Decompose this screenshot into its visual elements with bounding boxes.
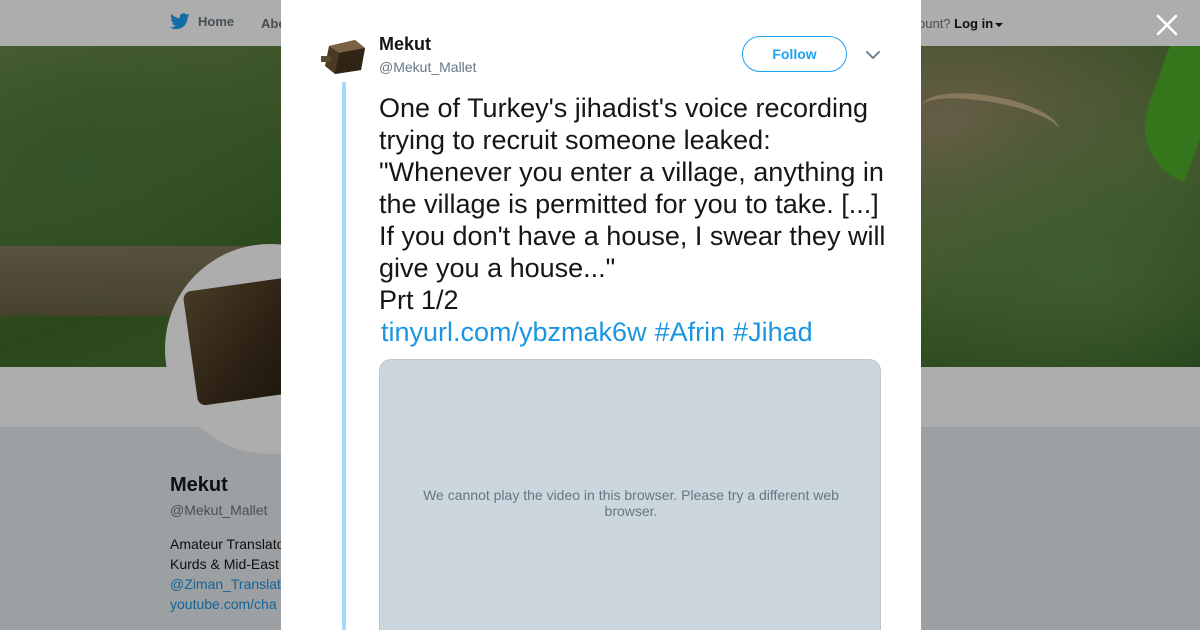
hashtag-link[interactable]: #Jihad	[733, 317, 813, 347]
hashtag-link[interactable]: #Afrin	[655, 317, 726, 347]
tweet-modal: Mekut @Mekut_Mallet Follow One of Turkey…	[281, 0, 921, 630]
follow-button[interactable]: Follow	[742, 36, 847, 72]
author-handle[interactable]: @Mekut_Mallet	[379, 59, 476, 75]
chevron-down-icon[interactable]	[865, 48, 881, 62]
tweet-text: One of Turkey's jihadist's voice recordi…	[379, 93, 886, 315]
tweet-links: tinyurl.com/ybzmak6w #Afrin #Jihad	[381, 316, 821, 348]
close-icon[interactable]	[1154, 12, 1180, 38]
author-avatar[interactable]	[321, 36, 367, 76]
author-name[interactable]: Mekut	[379, 34, 431, 55]
thread-line	[342, 82, 346, 630]
video-error-message: We cannot play the video in this browser…	[423, 487, 839, 519]
video-player[interactable]: We cannot play the video in this browser…	[379, 359, 881, 630]
tweet-url-link[interactable]: tinyurl.com/ybzmak6w	[381, 317, 647, 347]
